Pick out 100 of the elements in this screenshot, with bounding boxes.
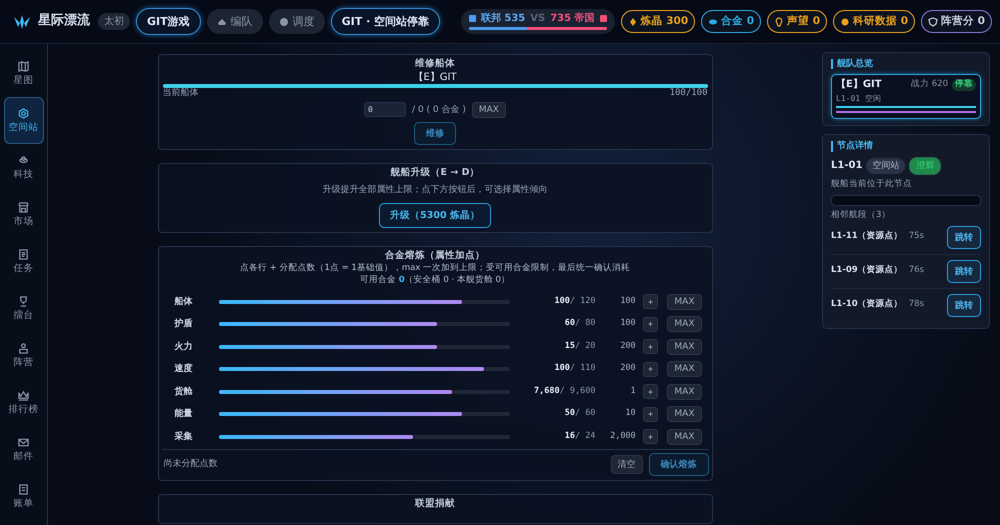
repair-button[interactable]: 维修 xyxy=(414,122,456,145)
receipt-icon xyxy=(18,484,29,495)
hull-label: 当前船体 xyxy=(162,88,198,99)
attribute-name: 船体 xyxy=(174,296,194,307)
attribute-name: 货舱 xyxy=(174,386,194,397)
add-button[interactable]: + xyxy=(642,316,658,332)
upgrade-button[interactable]: 升级（5300 炼晶） xyxy=(379,203,491,228)
max-button[interactable]: MAX xyxy=(667,316,702,332)
fleet-card[interactable]: 【E】GIT 战力 620 停靠 L1-01 空闲 xyxy=(831,74,981,120)
add-button[interactable]: + xyxy=(642,406,658,422)
sidebar-item[interactable]: 账单 xyxy=(4,473,44,520)
max-button[interactable]: MAX xyxy=(667,338,702,355)
game-button[interactable]: GIT游戏 xyxy=(136,8,201,35)
ship-icon xyxy=(216,16,227,26)
sidebar-item[interactable]: 擂台 xyxy=(4,285,44,332)
confirm-button[interactable]: 确认熔炼 xyxy=(648,452,708,476)
sidebar-item[interactable]: 星图 xyxy=(4,50,44,97)
trophy-icon xyxy=(18,296,29,307)
add-button[interactable]: + xyxy=(642,384,658,400)
max-button[interactable]: MAX xyxy=(667,406,702,422)
resource-pill: 阵营分 0 xyxy=(921,10,992,33)
attribute-cost: 10 xyxy=(624,409,636,420)
attribute-cost: 2,000 xyxy=(609,432,636,442)
max-button[interactable]: MAX xyxy=(667,294,702,310)
attribute-name: 速度 xyxy=(174,364,194,374)
card-title: 联盟捐献 xyxy=(415,498,455,510)
repair-amount-field[interactable]: 0 xyxy=(364,102,406,118)
resource-pill: 科研数据 0 xyxy=(833,10,916,33)
attribute-value: 100/ 110 xyxy=(553,364,596,374)
routes-heading: 相邻航段（3） xyxy=(831,210,892,221)
dot-icon xyxy=(840,16,850,26)
shield-icon xyxy=(928,16,938,26)
square-icon xyxy=(600,15,607,22)
upgrade-description: 升级提升全部属性上限；点下方按钮后，可选择属性倾向 xyxy=(322,184,548,196)
smelt-description: 点各行 + 分配点数（1点 = 1基础值），max 一次加到上限；受可用合金限制，最后统一确认消耗 xyxy=(240,264,630,274)
clear-button[interactable]: 清空 xyxy=(610,454,642,474)
route-name: L1-09（资源点） xyxy=(831,266,903,276)
max-button[interactable]: MAX xyxy=(472,102,506,118)
max-button[interactable]: MAX xyxy=(667,361,702,378)
max-button[interactable]: MAX xyxy=(667,384,702,400)
route-name: L1-11（资源点） xyxy=(831,232,903,242)
square-icon xyxy=(468,15,476,22)
ship-power: 战力 620 xyxy=(911,80,948,90)
faction-score-panel: 联邦 535 VS 735 帝国 xyxy=(460,8,615,34)
node-id: L1-01 xyxy=(831,160,862,172)
panel-title: 舰队总览 xyxy=(831,59,981,70)
location-button[interactable]: GIT · 空间站停靠 xyxy=(330,8,440,35)
add-button[interactable]: + xyxy=(642,362,658,377)
node-note: 舰船当前位于此节点 xyxy=(831,180,913,190)
node-tag: 澄辉 xyxy=(909,156,942,175)
diamond-icon xyxy=(628,16,638,26)
hexagon-icon xyxy=(18,108,29,119)
ship-location: L1-01 空闲 xyxy=(836,94,882,104)
resource-pill: 炼晶 300 xyxy=(620,10,696,33)
attribute-name: 能量 xyxy=(174,409,194,420)
person-icon xyxy=(18,342,29,354)
attribute-cost: 100 xyxy=(619,319,636,330)
sidebar-item[interactable]: 空间站 xyxy=(4,97,44,144)
add-button[interactable]: + xyxy=(642,429,658,444)
attribute-value: 100/ 120 xyxy=(553,296,596,307)
jump-button[interactable]: 跳转 xyxy=(947,226,981,249)
add-button[interactable]: + xyxy=(642,339,658,354)
era-badge: 太初 xyxy=(98,12,130,30)
attribute-cost: 200 xyxy=(619,342,636,352)
attribute-name: 护盾 xyxy=(174,319,194,330)
attribute-cost: 1 xyxy=(630,386,636,397)
node-tag: 空间站 xyxy=(866,158,906,174)
sidebar-item[interactable]: 任务 xyxy=(4,238,44,285)
max-button[interactable]: MAX xyxy=(667,428,702,445)
sidebar-item[interactable]: 邮件 xyxy=(4,426,44,473)
fleet-button[interactable]: 编队 xyxy=(206,9,263,34)
hull-value: 100/100 xyxy=(670,88,708,99)
bulb-icon xyxy=(774,16,784,26)
mail-icon xyxy=(18,436,29,448)
route-time: 75s xyxy=(908,232,924,242)
resource-pill: 声望 0 xyxy=(767,10,828,33)
jump-button[interactable]: 跳转 xyxy=(947,294,981,317)
resource-pill: 合金 0 xyxy=(701,10,762,33)
sidebar-item[interactable]: 市场 xyxy=(4,191,44,238)
attribute-value: 16/ 24 xyxy=(564,432,596,442)
dispatch-button[interactable]: 调度 xyxy=(268,9,325,34)
attribute-value: 7,680/ 9,600 xyxy=(533,386,596,397)
route-name: L1-10（资源点） xyxy=(831,300,903,310)
sidebar-item[interactable]: 排行榜 xyxy=(4,379,44,426)
status-badge: 停靠 xyxy=(952,79,976,92)
sidebar-item[interactable]: 阵营 xyxy=(4,332,44,379)
attribute-cost: 100 xyxy=(619,296,636,307)
attribute-value: 15/ 20 xyxy=(564,342,596,352)
add-button[interactable]: + xyxy=(642,294,658,310)
panel-title: 节点详情 xyxy=(831,141,981,152)
circle-icon xyxy=(278,16,289,26)
route-time: 78s xyxy=(908,300,924,310)
available-alloy: 可用合金 0（安全桶 0 · 本舰货舱 0） xyxy=(360,276,510,286)
unassigned-label: 尚未分配点数 xyxy=(164,459,218,470)
ship-name: 【E】GIT xyxy=(413,72,457,84)
attribute-value: 60/ 80 xyxy=(564,319,596,330)
sidebar-item[interactable]: 科技 xyxy=(4,144,44,191)
jump-button[interactable]: 跳转 xyxy=(947,260,981,283)
card-title: 舰船升级（E → D） xyxy=(390,168,480,179)
card-title: 合金熔炼（属性加点） xyxy=(385,251,485,262)
